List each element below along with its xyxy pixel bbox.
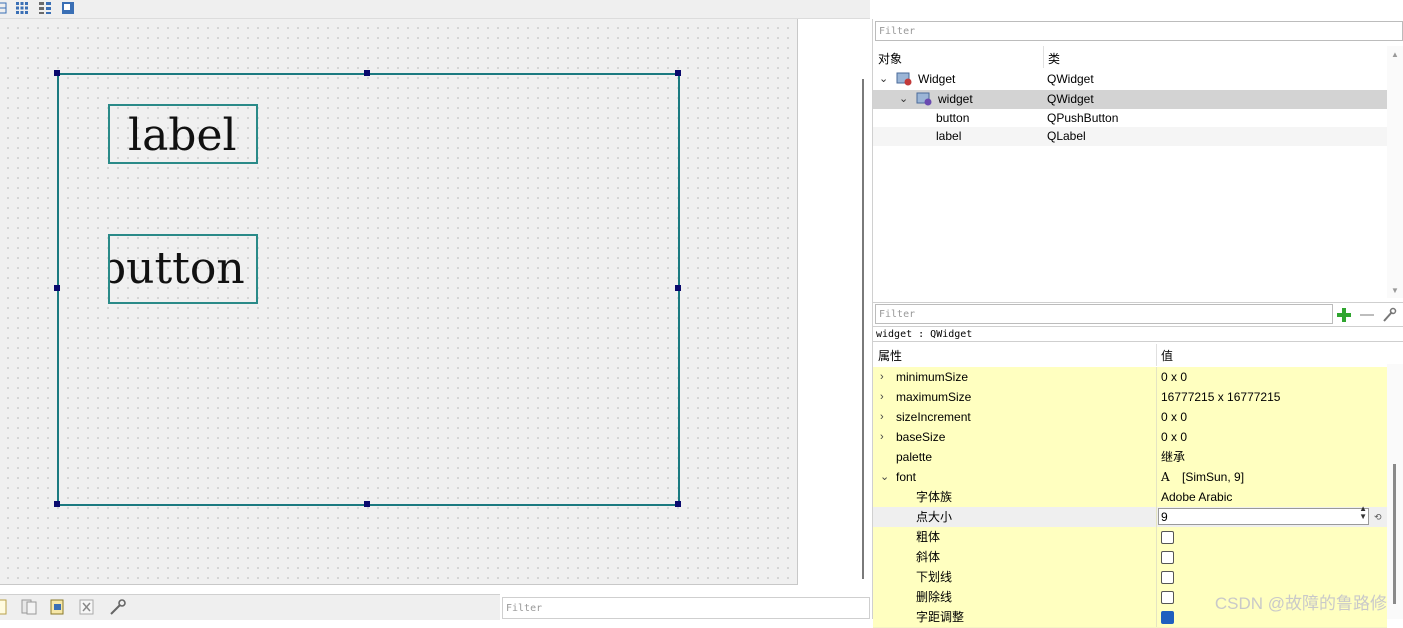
property-row-sizeIncrement[interactable]: › sizeIncrement 0 x 0 (873, 407, 1387, 428)
resource-filter-input[interactable]: Filter (502, 597, 870, 619)
tree-row-label[interactable]: label QLabel (873, 127, 1387, 146)
remove-resource-icon[interactable] (79, 599, 95, 615)
layout-vertical-icon[interactable] (0, 1, 8, 15)
adjust-size-icon[interactable] (61, 1, 75, 15)
resize-handle-left[interactable] (54, 285, 60, 291)
resize-handle-right[interactable] (675, 285, 681, 291)
widget-object-icon (896, 72, 912, 86)
resize-handle-bottom[interactable] (364, 501, 370, 507)
property-row-font-family[interactable]: 字体族 Adobe Arabic (873, 487, 1387, 508)
property-filter-input[interactable]: Filter (875, 304, 1333, 324)
layout-form-icon[interactable] (38, 1, 52, 15)
resize-handle-bottom-right[interactable] (675, 501, 681, 507)
spin-arrows-icon[interactable]: ▲ ▼ (1359, 505, 1367, 521)
form-editor-toolbar (0, 0, 870, 19)
property-row-point-size[interactable]: 点大小 9 ▲ ▼ ⟲ (873, 505, 1387, 528)
property-row-palette[interactable]: palette 继承 (873, 447, 1387, 468)
form-design-canvas[interactable]: label button (0, 19, 798, 585)
canvas-scrollbar[interactable] (858, 19, 870, 579)
csdn-watermark: CSDN @故障的鲁路修 (1214, 594, 1387, 613)
inspector-panels: Filter 对象 类 ⌄ Widget QWidget ⌄ widget QW… (872, 19, 1403, 628)
new-file-icon[interactable] (0, 599, 8, 615)
remove-property-icon[interactable] (1359, 307, 1375, 323)
resize-handle-top-left[interactable] (54, 70, 60, 76)
label-widget-text: label (128, 110, 237, 161)
kerning-checkbox[interactable] (1161, 611, 1174, 624)
layout-grid-icon[interactable] (15, 1, 29, 15)
property-row-baseSize[interactable]: › baseSize 0 x 0 (873, 427, 1387, 448)
resize-handle-top[interactable] (364, 70, 370, 76)
property-row-minimumSize[interactable]: › minimumSize 0 x 0 (873, 367, 1387, 388)
reset-value-icon[interactable]: ⟲ (1374, 507, 1382, 527)
open-resource-icon[interactable] (20, 599, 38, 615)
property-editor-scrollbar[interactable] (1387, 364, 1403, 619)
label-widget[interactable]: label (108, 104, 258, 164)
reload-wrench-icon[interactable] (108, 598, 128, 616)
tree-row-button[interactable]: button QPushButton (873, 109, 1387, 128)
property-row-font[interactable]: ⌄ font A [SimSun, 9] (873, 467, 1387, 488)
push-button-widget[interactable]: button (108, 234, 258, 304)
property-context-label: widget : QWidget (873, 326, 1403, 342)
resize-handle-bottom-left[interactable] (54, 501, 60, 507)
object-filter-input[interactable]: Filter (875, 21, 1403, 41)
bold-checkbox[interactable] (1161, 531, 1174, 544)
property-column-header[interactable]: 属性 (878, 346, 902, 366)
class-column-header[interactable]: 类 (1048, 49, 1060, 69)
point-size-spinbox[interactable]: 9 ▲ ▼ (1158, 505, 1369, 525)
resize-handle-top-right[interactable] (675, 70, 681, 76)
edit-resource-icon[interactable] (48, 598, 68, 616)
tree-row-widget[interactable]: ⌄ widget QWidget (873, 90, 1387, 109)
property-row-underline[interactable]: 下划线 (873, 567, 1387, 588)
object-column-header[interactable]: 对象 (878, 49, 902, 69)
widget-object-icon (916, 92, 932, 106)
italic-checkbox[interactable] (1161, 551, 1174, 564)
value-column-header[interactable]: 值 (1161, 346, 1173, 366)
property-row-italic[interactable]: 斜体 (873, 547, 1387, 568)
add-property-icon[interactable] (1336, 307, 1352, 323)
configure-wrench-icon[interactable] (1381, 307, 1397, 323)
push-button-widget-text: button (108, 243, 245, 294)
object-inspector-scrollbar[interactable]: ▲ ▼ (1387, 46, 1403, 298)
property-row-bold[interactable]: 粗体 (873, 527, 1387, 548)
resource-toolbar (0, 594, 500, 620)
tree-row-Widget[interactable]: ⌄ Widget QWidget (873, 70, 1387, 89)
strikeout-checkbox[interactable] (1161, 591, 1174, 604)
underline-checkbox[interactable] (1161, 571, 1174, 584)
font-icon: A (1161, 470, 1170, 484)
selected-widget-frame[interactable]: label button (57, 73, 680, 506)
property-row-maximumSize[interactable]: › maximumSize 16777215 x 16777215 (873, 387, 1387, 408)
